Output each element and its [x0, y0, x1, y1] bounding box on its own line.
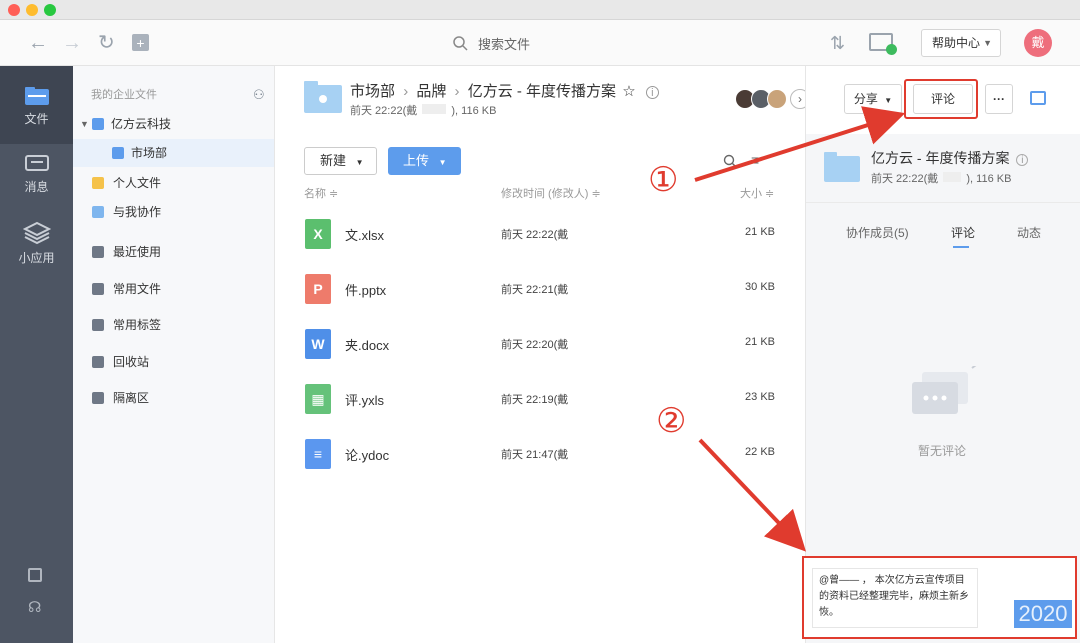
annotation-arrow-2: [698, 438, 807, 552]
app-window: ← → ↻ + 搜索文件 ⇅ 帮助中心 ▼ 戴 文件 消息 小应用 ☊ 我的企业…: [0, 0, 1080, 643]
annotation-arrow-1: [694, 106, 906, 182]
annotation-arrows: [694, 106, 906, 552]
